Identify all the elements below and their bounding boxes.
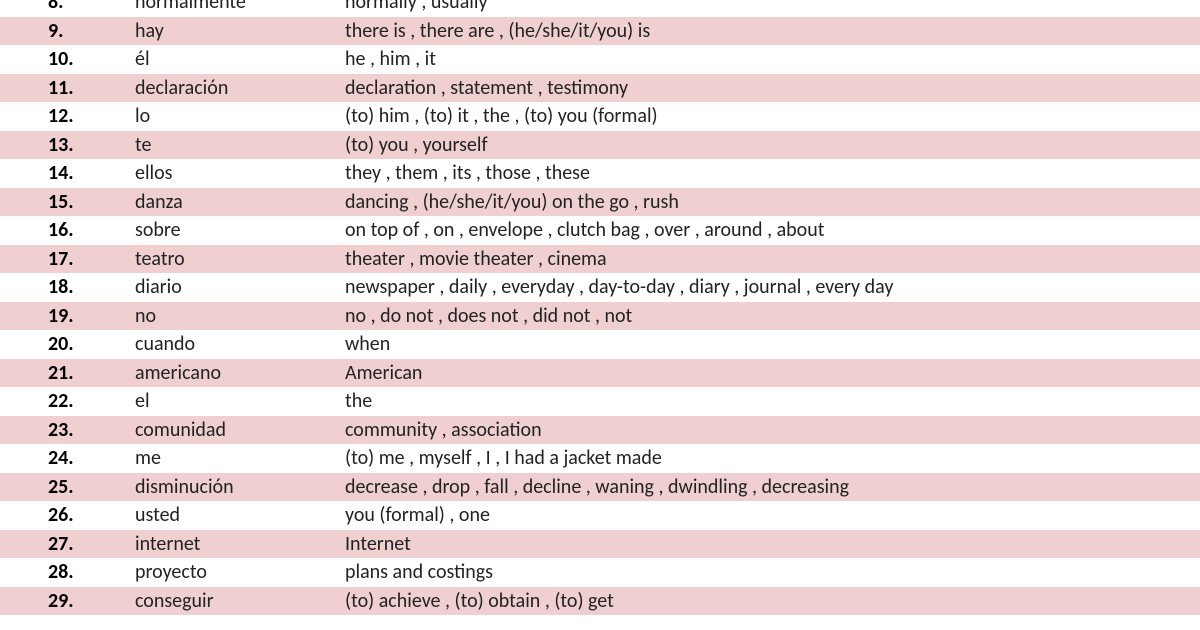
row-number: 9.: [0, 17, 135, 46]
row-number: 14.: [0, 159, 135, 188]
row-word: danza: [135, 188, 345, 217]
row-definition: declaration , statement , testimony: [345, 74, 1200, 103]
row-number: 25.: [0, 473, 135, 502]
table-row: 20.cuandowhen: [0, 330, 1200, 359]
row-definition: dancing , (he/she/it/you) on the go , ru…: [345, 188, 1200, 217]
row-word: sobre: [135, 216, 345, 245]
row-number: 21.: [0, 359, 135, 388]
table-row: 13.te(to) you , yourself: [0, 131, 1200, 160]
row-definition: newspaper , daily , everyday , day-to-da…: [345, 273, 1200, 302]
row-word: me: [135, 444, 345, 473]
row-word: usted: [135, 501, 345, 530]
row-word: teatro: [135, 245, 345, 274]
row-word: disminución: [135, 473, 345, 502]
row-definition: decrease , drop , fall , decline , wanin…: [345, 473, 1200, 502]
row-number: 12.: [0, 102, 135, 131]
row-number: 19.: [0, 302, 135, 331]
row-definition: (to) you , yourself: [345, 131, 1200, 160]
table-row: 12.lo(to) him , (to) it , the , (to) you…: [0, 102, 1200, 131]
row-definition: he , him , it: [345, 45, 1200, 74]
row-definition: (to) him , (to) it , the , (to) you (for…: [345, 102, 1200, 131]
row-definition: plans and costings: [345, 558, 1200, 587]
row-definition: when: [345, 330, 1200, 359]
table-row: 28.proyectoplans and costings: [0, 558, 1200, 587]
row-word: normalmente: [135, 0, 345, 17]
row-definition: you (formal) , one: [345, 501, 1200, 530]
row-word: ellos: [135, 159, 345, 188]
table-row: 9.haythere is , there are , (he/she/it/y…: [0, 17, 1200, 46]
row-word: americano: [135, 359, 345, 388]
table-row: 10.élhe , him , it: [0, 45, 1200, 74]
row-definition: Internet: [345, 530, 1200, 559]
row-number: 11.: [0, 74, 135, 103]
row-word: internet: [135, 530, 345, 559]
table-row: 21.americanoAmerican: [0, 359, 1200, 388]
table-row: 15.danzadancing , (he/she/it/you) on the…: [0, 188, 1200, 217]
table-row: 17.teatrotheater , movie theater , cinem…: [0, 245, 1200, 274]
row-word: te: [135, 131, 345, 160]
vocab-table: 8.normalmentenormally , usually9.hayther…: [0, 0, 1200, 615]
table-row: 8.normalmentenormally , usually: [0, 0, 1200, 17]
row-number: 16.: [0, 216, 135, 245]
row-word: lo: [135, 102, 345, 131]
row-definition: theater , movie theater , cinema: [345, 245, 1200, 274]
row-number: 23.: [0, 416, 135, 445]
row-word: declaración: [135, 74, 345, 103]
row-definition: no , do not , does not , did not , not: [345, 302, 1200, 331]
row-word: comunidad: [135, 416, 345, 445]
table-row: 19.nono , do not , does not , did not , …: [0, 302, 1200, 331]
table-row: 23.comunidadcommunity , association: [0, 416, 1200, 445]
row-definition: community , association: [345, 416, 1200, 445]
table-row: 16.sobreon top of , on , envelope , clut…: [0, 216, 1200, 245]
row-definition: American: [345, 359, 1200, 388]
row-number: 15.: [0, 188, 135, 217]
row-number: 8.: [0, 0, 135, 17]
row-definition: (to) achieve , (to) obtain , (to) get: [345, 587, 1200, 616]
table-row: 14.ellosthey , them , its , those , thes…: [0, 159, 1200, 188]
row-word: conseguir: [135, 587, 345, 616]
row-number: 18.: [0, 273, 135, 302]
table-row: 11.declaracióndeclaration , statement , …: [0, 74, 1200, 103]
table-row: 29.conseguir(to) achieve , (to) obtain ,…: [0, 587, 1200, 616]
table-row: 27.internetInternet: [0, 530, 1200, 559]
table-row: 18.diarionewspaper , daily , everyday , …: [0, 273, 1200, 302]
row-definition: there is , there are , (he/she/it/you) i…: [345, 17, 1200, 46]
table-row: 26.ustedyou (formal) , one: [0, 501, 1200, 530]
row-number: 20.: [0, 330, 135, 359]
row-definition: on top of , on , envelope , clutch bag ,…: [345, 216, 1200, 245]
row-word: cuando: [135, 330, 345, 359]
row-word: no: [135, 302, 345, 331]
row-definition: normally , usually: [345, 0, 1200, 17]
row-definition: they , them , its , those , these: [345, 159, 1200, 188]
row-word: él: [135, 45, 345, 74]
row-definition: (to) me , myself , I , I had a jacket ma…: [345, 444, 1200, 473]
row-number: 27.: [0, 530, 135, 559]
row-word: diario: [135, 273, 345, 302]
table-row: 22.elthe: [0, 387, 1200, 416]
row-number: 22.: [0, 387, 135, 416]
row-word: hay: [135, 17, 345, 46]
table-row: 24.me(to) me , myself , I , I had a jack…: [0, 444, 1200, 473]
row-number: 10.: [0, 45, 135, 74]
row-number: 17.: [0, 245, 135, 274]
row-number: 26.: [0, 501, 135, 530]
row-word: el: [135, 387, 345, 416]
row-definition: the: [345, 387, 1200, 416]
row-number: 24.: [0, 444, 135, 473]
row-word: proyecto: [135, 558, 345, 587]
row-number: 29.: [0, 587, 135, 616]
row-number: 13.: [0, 131, 135, 160]
row-number: 28.: [0, 558, 135, 587]
table-row: 25.disminucióndecrease , drop , fall , d…: [0, 473, 1200, 502]
